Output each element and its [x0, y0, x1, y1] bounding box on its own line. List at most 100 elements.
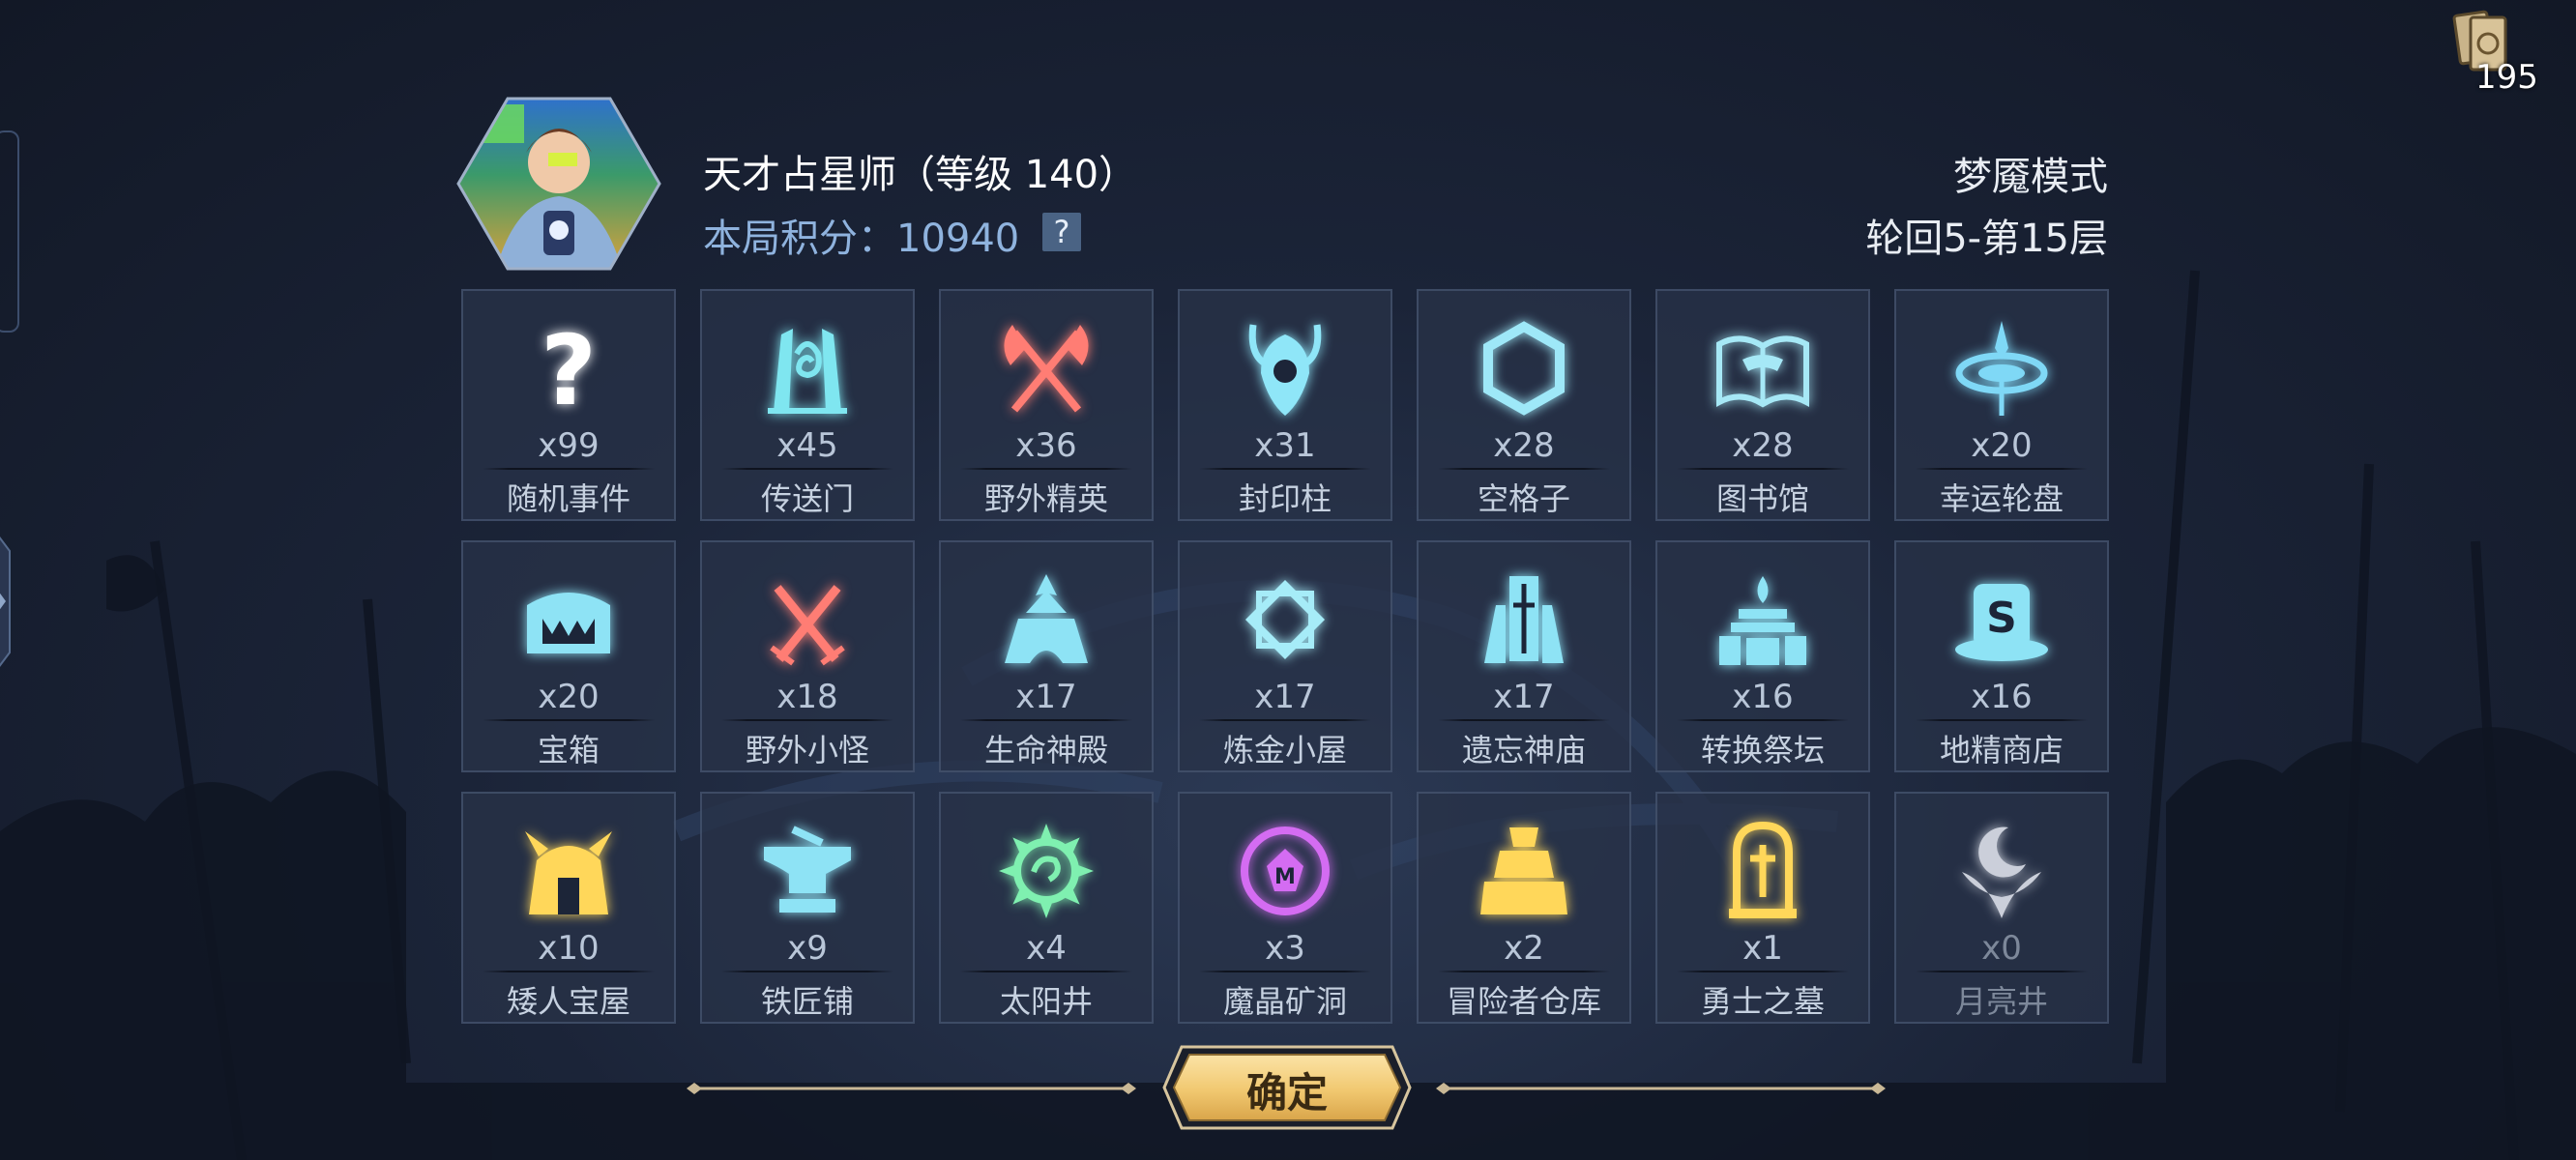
player-avatar[interactable]	[456, 95, 661, 273]
event-count: x18	[776, 678, 838, 716]
card-count: 195	[2475, 58, 2538, 97]
hexagon-icon	[1471, 315, 1577, 421]
event-count: x17	[1015, 678, 1077, 716]
event-cell[interactable]: x4 太阳井	[939, 792, 1154, 1024]
right-divider-line	[1436, 1083, 1886, 1094]
confirm-button-wrap: 确定	[1160, 1043, 1414, 1132]
cell-divider	[1677, 468, 1849, 470]
moon-well-icon	[1948, 818, 2055, 924]
event-count: x17	[1493, 678, 1555, 716]
chest-icon	[515, 566, 622, 673]
event-cell[interactable]: x2 冒险者仓库	[1417, 792, 1631, 1024]
event-cell[interactable]: x20 幸运轮盘	[1894, 289, 2109, 521]
event-name: 勇士之墓	[1700, 983, 1825, 1020]
cell-divider	[1438, 719, 1610, 721]
cell-divider	[1199, 719, 1371, 721]
tomb-icon	[1710, 818, 1816, 924]
event-name: 转换祭坛	[1700, 732, 1825, 768]
crossed-axes-icon	[993, 315, 1099, 421]
event-name: 炼金小屋	[1222, 732, 1347, 768]
cell-divider	[1916, 719, 2088, 721]
left-side-panel-edge[interactable]	[0, 130, 19, 333]
card-deck-counter[interactable]: 195	[2451, 8, 2548, 97]
event-cell[interactable]: x31 封印柱	[1178, 289, 1392, 521]
event-count: x20	[538, 678, 600, 716]
score-label: 本局积分：	[703, 217, 896, 261]
event-cell[interactable]: x36 野外精英	[939, 289, 1154, 521]
event-count: x9	[787, 929, 828, 968]
temple-icon	[993, 566, 1099, 673]
sun-well-icon	[993, 818, 1099, 924]
event-cell[interactable]: x9 铁匠铺	[700, 792, 915, 1024]
event-cell[interactable]: Mx3 魔晶矿洞	[1178, 792, 1392, 1024]
event-name: 宝箱	[537, 732, 600, 768]
event-cell[interactable]: x20 宝箱	[461, 540, 676, 772]
svg-text:?: ?	[541, 315, 597, 421]
portal-icon	[754, 315, 861, 421]
score-value: 10940	[896, 217, 1020, 261]
event-name: 魔晶矿洞	[1222, 983, 1347, 1020]
event-name: 传送门	[760, 480, 854, 517]
score-line: 本局积分：10940	[703, 207, 1019, 263]
event-count: x3	[1265, 929, 1305, 968]
event-count: x45	[776, 426, 838, 465]
event-cell[interactable]: x1 勇士之墓	[1655, 792, 1870, 1024]
warehouse-icon	[1471, 818, 1577, 924]
event-cell[interactable]: x17 炼金小屋	[1178, 540, 1392, 772]
event-cell[interactable]: x17 生命神殿	[939, 540, 1154, 772]
event-cell[interactable]: x0 月亮井	[1894, 792, 2109, 1024]
event-count: x2	[1504, 929, 1544, 968]
cell-divider	[1677, 971, 1849, 972]
shrine-icon	[1471, 566, 1577, 673]
cell-divider	[483, 468, 655, 470]
event-cell[interactable]: x10 矮人宝屋	[461, 792, 676, 1024]
cell-divider	[721, 468, 893, 470]
crystal-mine-icon: M	[1232, 818, 1338, 924]
event-name: 图书馆	[1715, 480, 1809, 517]
event-count: x10	[538, 929, 600, 968]
cell-divider	[1916, 971, 2088, 972]
event-cell[interactable]: x18 野外小怪	[700, 540, 915, 772]
confirm-button[interactable]	[1160, 1043, 1414, 1132]
event-count: x16	[1732, 678, 1794, 716]
event-cell[interactable]: x17 遗忘神庙	[1417, 540, 1631, 772]
player-name-level: 天才占星师（等级 140）	[703, 153, 1138, 197]
event-name: 矮人宝屋	[506, 983, 630, 1020]
event-count: x36	[1015, 426, 1077, 465]
event-count: x17	[1254, 678, 1316, 716]
side-expand-tab[interactable]	[0, 512, 31, 691]
event-count: x20	[1971, 426, 2033, 465]
event-count: x99	[538, 426, 600, 465]
left-divider-line	[687, 1083, 1136, 1094]
cell-divider	[960, 468, 1132, 470]
crossed-swords-icon	[754, 566, 861, 673]
event-name: 空格子	[1477, 480, 1570, 517]
book-icon	[1710, 315, 1816, 421]
cell-divider	[1199, 468, 1371, 470]
event-cell[interactable]: x28 空格子	[1417, 289, 1631, 521]
event-name: 冒险者仓库	[1446, 983, 1601, 1020]
shop-icon: S	[1948, 566, 2055, 673]
cell-divider	[960, 719, 1132, 721]
event-count: x28	[1493, 426, 1555, 465]
event-cell[interactable]: x16 转换祭坛	[1655, 540, 1870, 772]
event-cell[interactable]: x45 传送门	[700, 289, 915, 521]
score-help-button[interactable]: ?	[1042, 213, 1081, 251]
event-cell[interactable]: x28 图书馆	[1655, 289, 1870, 521]
alchemy-icon	[1232, 566, 1338, 673]
event-count: x1	[1742, 929, 1783, 968]
svg-text:M: M	[1274, 865, 1296, 889]
cell-divider	[1677, 719, 1849, 721]
event-name: 随机事件	[506, 480, 630, 517]
wheel-icon	[1948, 315, 2055, 421]
event-cell[interactable]: Sx16 地精商店	[1894, 540, 2109, 772]
event-count: x16	[1971, 678, 2033, 716]
anvil-icon	[754, 818, 861, 924]
cell-divider	[1916, 468, 2088, 470]
event-count: x31	[1254, 426, 1316, 465]
event-name: 地精商店	[1939, 732, 2064, 768]
event-cell[interactable]: ? x99 随机事件	[461, 289, 676, 521]
cell-divider	[721, 719, 893, 721]
event-name: 野外小怪	[745, 732, 869, 768]
cell-divider	[483, 971, 655, 972]
